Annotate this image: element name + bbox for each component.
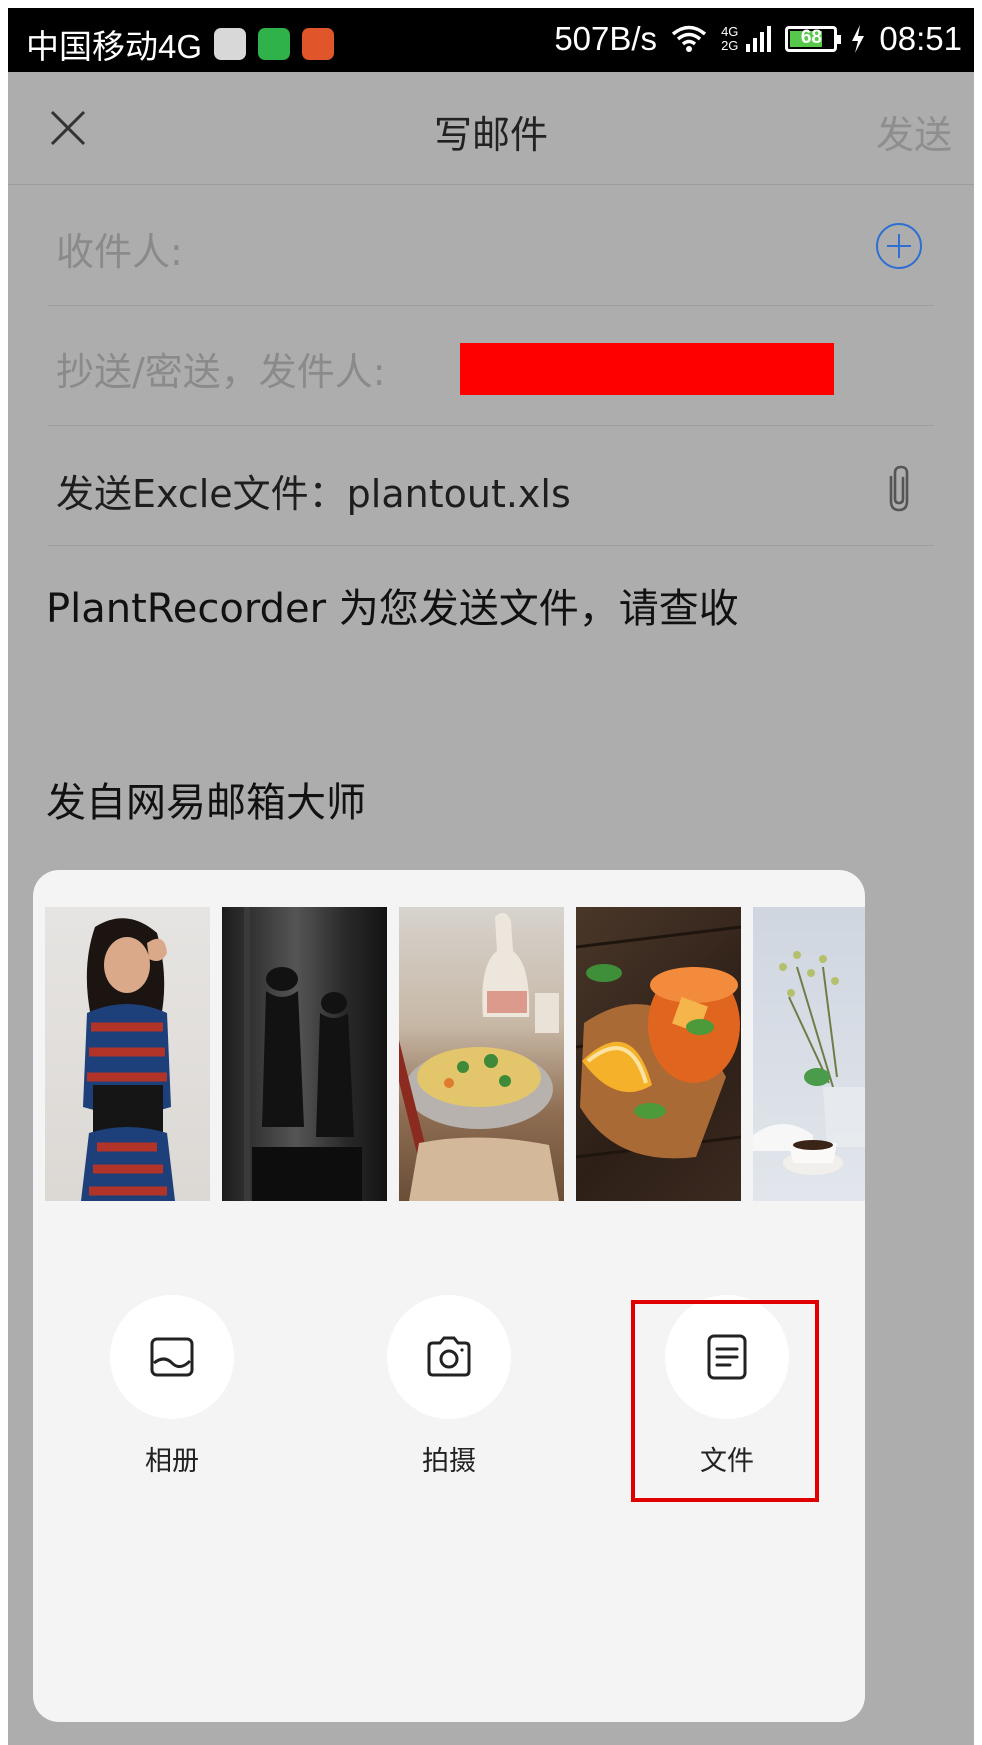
page-title: 写邮件 <box>433 113 548 157</box>
paperclip-icon[interactable] <box>882 463 916 515</box>
redacted-sender <box>460 343 834 395</box>
to-label: 收件人: <box>56 230 183 274</box>
network-speed: 507B/s <box>554 20 658 57</box>
file-highlight-box <box>631 1300 819 1502</box>
photo-noodle-bowl[interactable] <box>399 907 564 1201</box>
body-text[interactable]: PlantRecorder 为您发送文件，请查收 <box>46 576 739 634</box>
signature-text[interactable]: 发自网易邮箱大师 <box>46 770 366 828</box>
health-app-icon <box>302 28 335 60</box>
battery-icon: 68 <box>785 26 842 52</box>
carrier-label: 中国移动4G <box>26 28 203 65</box>
charging-icon <box>852 25 865 53</box>
wifi-icon <box>671 25 707 52</box>
to-field[interactable]: 收件人: <box>48 185 934 306</box>
camera-button[interactable]: 拍摄 <box>387 1295 511 1478</box>
cc-label: 抄送/密送，发件人: <box>56 350 386 394</box>
album-button-circle[interactable] <box>110 1295 234 1419</box>
attachment-sheet: 相册 拍摄 文件 <box>33 870 865 1722</box>
battery-level: 68 <box>800 27 822 48</box>
green-app-icon <box>258 28 291 60</box>
signal-icon <box>746 26 772 52</box>
send-button[interactable]: 发送 <box>876 104 952 159</box>
photo-shadows-bw[interactable] <box>222 907 387 1201</box>
subject-text: 发送Excle文件：plantout.xls <box>56 472 571 516</box>
album-label: 相册 <box>145 1446 199 1477</box>
status-bar: 中国移动4G 507B/s 4G 2G 68 08:51 <box>8 8 974 72</box>
photo-strip[interactable] <box>45 907 865 1201</box>
add-recipient-icon[interactable] <box>876 223 922 269</box>
album-button[interactable]: 相册 <box>110 1295 234 1478</box>
compose-screen: 中国移动4G 507B/s 4G 2G 68 08:51 写邮件 发送 收件人:… <box>8 8 974 1745</box>
camera-label: 拍摄 <box>422 1446 476 1477</box>
notes-app-icon <box>214 28 247 60</box>
cc-bcc-from-field[interactable]: 抄送/密送，发件人: <box>48 305 934 426</box>
photo-iced-tea[interactable] <box>576 907 741 1201</box>
network-type: 4G 2G <box>721 24 739 53</box>
photo-woman-portrait[interactable] <box>45 907 210 1201</box>
album-icon <box>150 1337 194 1377</box>
camera-button-circle[interactable] <box>387 1295 511 1419</box>
compose-header: 写邮件 发送 <box>8 72 974 185</box>
photo-flowers[interactable] <box>753 907 865 1201</box>
subject-field[interactable]: 发送Excle文件：plantout.xls <box>48 425 934 546</box>
clock: 08:51 <box>879 20 962 57</box>
camera-icon <box>427 1336 471 1377</box>
